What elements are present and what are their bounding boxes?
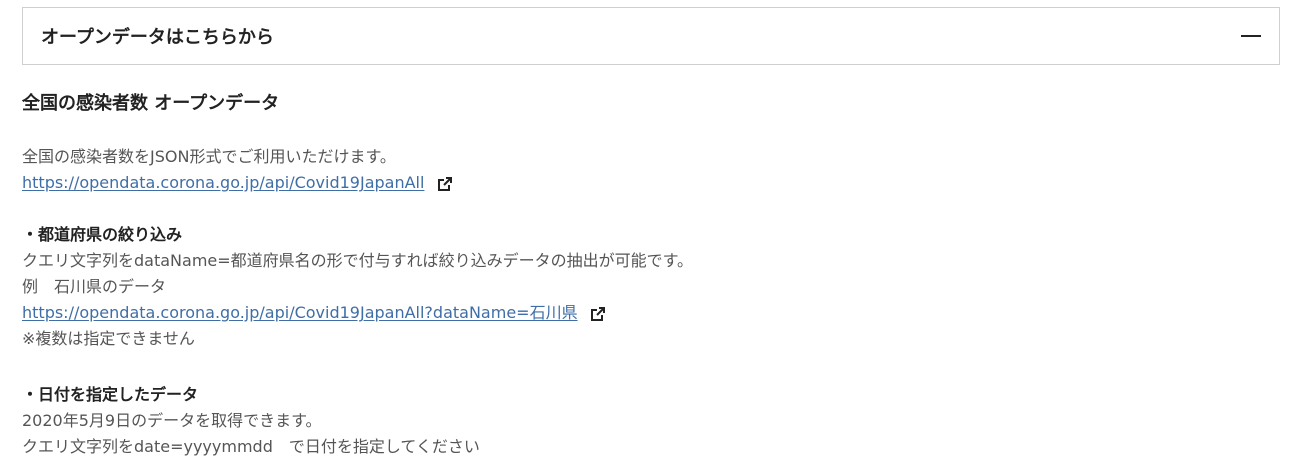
intro-text: 全国の感染者数をJSON形式でご利用いただけます。 [22,147,396,166]
date-heading: ・日付を指定したデータ [22,385,199,404]
filter-note: ※複数は指定できません [22,329,195,348]
open-data-accordion-header[interactable]: オープンデータはこちらから [22,7,1280,65]
date-description: 2020年5月9日のデータを取得できます。 [22,411,322,430]
section-heading: 全国の感染者数 オープンデータ [22,93,280,114]
main-link-row: https://opendata.corona.go.jp/api/Covid1… [22,170,1272,196]
accordion-title: オープンデータはこちらから [41,27,274,48]
collapse-minus-icon[interactable] [1241,35,1261,37]
filter-description: クエリ文字列をdataName=都道府県名の形で付与すれば絞り込みデータの抽出が… [22,251,694,270]
filter-link-row: https://opendata.corona.go.jp/api/Covid1… [22,300,1272,326]
accordion-content: 全国の感染者数 オープンデータ 全国の感染者数をJSON形式でご利用いただけます… [22,90,1272,460]
main-api-link[interactable]: https://opendata.corona.go.jp/api/Covid1… [22,173,424,192]
filter-api-link[interactable]: https://opendata.corona.go.jp/api/Covid1… [22,303,578,322]
filter-heading: ・都道府県の絞り込み [22,225,183,244]
external-link-icon[interactable] [437,176,452,191]
filter-example: 例 石川県のデータ [22,277,167,296]
date-query-text: クエリ文字列をdate=yyyymmdd で日付を指定してください [22,437,480,456]
external-link-icon[interactable] [590,306,605,321]
